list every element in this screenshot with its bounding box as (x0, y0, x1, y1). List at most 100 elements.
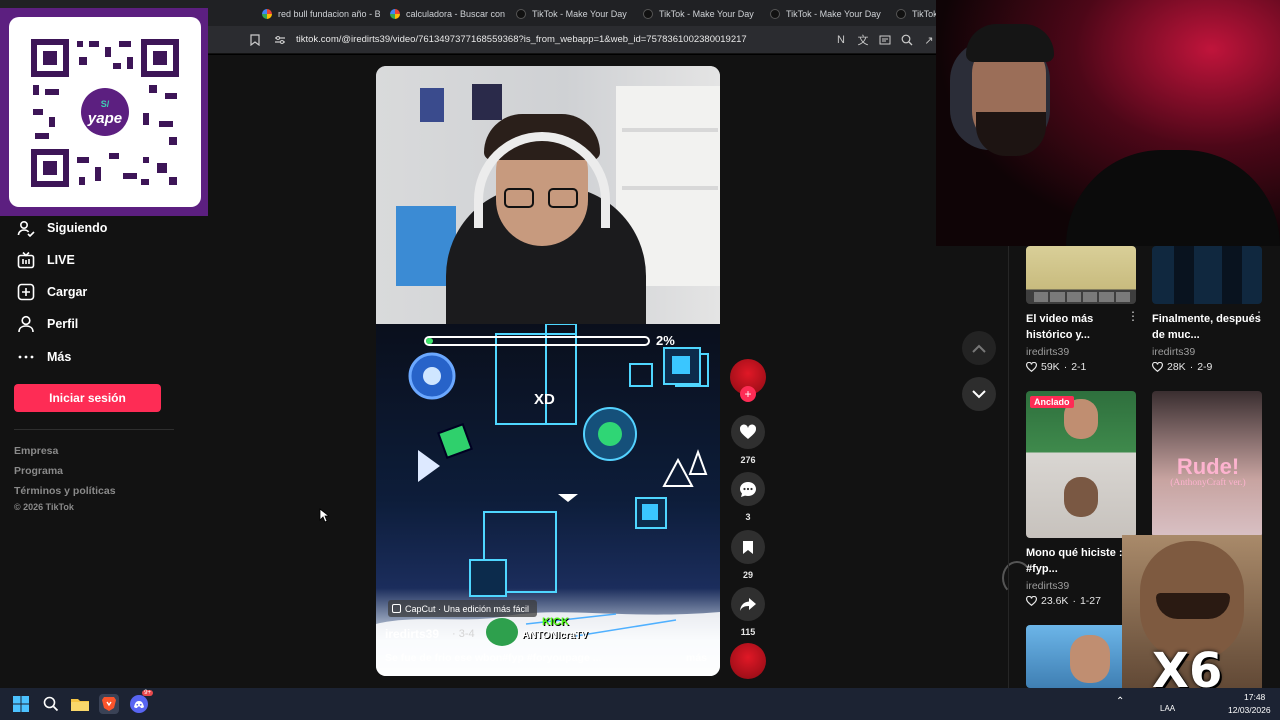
card-title[interactable]: Finalmente, después de muc... (1152, 311, 1264, 343)
sidebar-item-label: Cargar (47, 285, 88, 299)
kick-channel: ANTONIcraTV (522, 630, 588, 641)
tab-title: TikTok - Make Your Day (532, 9, 627, 19)
next-video-button[interactable] (962, 377, 996, 411)
streamer-cam-overlay (936, 0, 1280, 246)
level-progress-fill (426, 338, 433, 344)
video-player[interactable]: XD 2% KICK ANTONIcraTV CapCut · Una edic… (376, 66, 720, 676)
card-stats: 28K · 2-9 (1152, 361, 1212, 373)
site-settings-icon[interactable] (273, 33, 287, 47)
card-menu-icon[interactable]: ⋮ (1253, 309, 1265, 323)
footer-link-terms[interactable]: Términos y políticas (14, 485, 116, 497)
search-icon[interactable] (41, 694, 61, 714)
thumbnail-pillar (1174, 246, 1194, 304)
card-date: 1-27 (1079, 595, 1101, 607)
sidebar-item-more[interactable]: Más (17, 348, 71, 366)
sidebar-item-profile[interactable]: Perfil (17, 315, 78, 333)
share-count: 115 (740, 627, 756, 637)
card-separator: · (1072, 595, 1076, 607)
zoom-icon[interactable] (900, 33, 914, 47)
kick-label: KICK (542, 616, 569, 628)
translate-icon[interactable]: 文 (856, 33, 870, 47)
previous-video-button[interactable] (962, 331, 996, 365)
taskbar: 9+ ⌃ (0, 688, 1280, 720)
meme-overlay: X6 (1122, 535, 1262, 705)
sidebar-item-live[interactable]: LIVE (17, 251, 75, 269)
tiktok-icon (896, 9, 906, 19)
cam-beard (976, 112, 1046, 156)
svg-text:S/: S/ (101, 99, 110, 109)
capcut-chip[interactable]: CapCut · Una edición más fácil (388, 600, 538, 617)
card-menu-icon[interactable]: ⋮ (1127, 309, 1139, 323)
caption-more-button[interactable]: más (686, 652, 707, 664)
brave-browser-icon[interactable] (99, 694, 119, 714)
qr-code-icon: S/ yape (31, 39, 179, 187)
video-thumbnail[interactable] (1026, 246, 1136, 304)
card-title[interactable]: El video más histórico y... (1026, 311, 1138, 343)
card-date: 2-9 (1197, 361, 1213, 373)
footer-link-program[interactable]: Programa (14, 465, 63, 477)
sidebar-item-following[interactable]: Siguiendo (17, 219, 107, 237)
url-field[interactable]: tiktok.com/@iredirts39/video/76134973771… (296, 34, 747, 45)
share-icon[interactable]: ↗ (922, 33, 936, 47)
reader-mode-icon[interactable] (878, 33, 892, 47)
comment-count: 3 (745, 512, 751, 522)
profile-icon (17, 315, 35, 333)
panel-divider (1008, 246, 1009, 688)
cam-shoulders (1066, 150, 1280, 246)
sidebar-item-upload[interactable]: Cargar (17, 283, 87, 301)
tiktok-icon (770, 9, 780, 19)
chevron-up-icon (972, 344, 986, 353)
svg-text:XD: XD (534, 391, 555, 408)
card-separator: · (1189, 361, 1194, 373)
card-likes: 23.6K (1041, 595, 1069, 607)
card-author[interactable]: iredirts39 (1026, 580, 1069, 592)
tray-chevron-icon[interactable]: ⌃ (1116, 696, 1124, 707)
browser-tab[interactable]: TikTok - Make Your Day (770, 4, 888, 24)
tray-language[interactable]: LAA (1160, 704, 1175, 713)
comment-button[interactable] (731, 472, 765, 506)
capcut-label: CapCut · Una edición más fácil (405, 603, 530, 614)
login-button[interactable]: Iniciar sesión (14, 384, 161, 412)
tray-date[interactable]: 12/03/2026 (1228, 705, 1271, 715)
video-author[interactable]: iredirts39 (385, 627, 439, 641)
video-thumbnail[interactable] (1026, 391, 1136, 538)
sidebar-item-label: LIVE (47, 253, 75, 267)
save-button[interactable] (731, 530, 765, 564)
tab-title: TikTok - Make Your Day (786, 9, 881, 19)
svg-text:yape: yape (87, 110, 122, 127)
music-disc-avatar[interactable] (730, 643, 766, 679)
sidebar-item-label: Perfil (47, 317, 79, 331)
save-count: 29 (742, 570, 753, 580)
video-date: · 3-4 (452, 628, 475, 640)
share-button[interactable] (731, 587, 765, 621)
card-author[interactable]: iredirts39 (1026, 346, 1069, 358)
card-stats: 59K · 2-1 (1026, 361, 1086, 373)
notification-badge: 9+ (142, 690, 153, 696)
browser-tab[interactable]: TikTok - Make Your Day (516, 4, 634, 24)
qr-card: S/ yape (9, 17, 201, 207)
copyright-text: © 2026 TikTok (14, 502, 74, 512)
bookmark-icon (743, 540, 753, 554)
video-thumbnail[interactable] (1026, 625, 1136, 688)
sidebar-item-label: Más (47, 350, 72, 364)
card-stats: 23.6K · 1-27 (1026, 595, 1101, 607)
file-explorer-icon[interactable] (70, 694, 90, 714)
upload-icon (17, 283, 35, 301)
video-thumbnail[interactable] (1152, 246, 1262, 304)
discord-icon[interactable]: 9+ (129, 690, 153, 714)
card-separator: · (1063, 361, 1068, 373)
browser-tab[interactable]: TikTok (896, 4, 936, 24)
follow-plus-icon[interactable]: + (740, 386, 756, 402)
tray-time[interactable]: 17:48 (1244, 692, 1265, 702)
no-tracking-icon[interactable]: N (834, 33, 848, 47)
bookmark-icon[interactable] (248, 33, 262, 47)
browser-tab[interactable]: red bull fundacion año - B (262, 4, 380, 24)
sidebar-item-label: Siguiendo (47, 221, 108, 235)
card-author[interactable]: iredirts39 (1152, 346, 1195, 358)
yape-qr-overlay: S/ yape (0, 8, 208, 216)
browser-tab[interactable]: calculadora - Buscar con G (390, 4, 508, 24)
footer-link-company[interactable]: Empresa (14, 445, 58, 457)
like-button[interactable] (731, 415, 765, 449)
windows-start-icon[interactable] (11, 694, 31, 714)
browser-tab[interactable]: TikTok - Make Your Day (643, 4, 761, 24)
